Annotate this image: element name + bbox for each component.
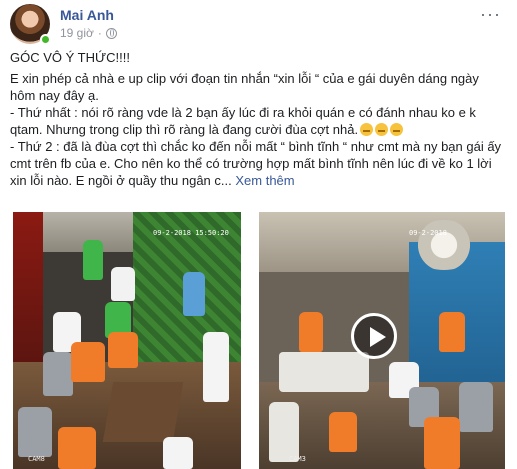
cctv-image-left[interactable]: 09-2-2018 15:50:20 CAM8 (13, 212, 241, 469)
cctv-camera-label: CAM8 (28, 455, 45, 463)
see-more-link[interactable]: Xem thêm (235, 173, 294, 188)
post-title: GÓC VÔ Ý THỨC!!!! (10, 50, 130, 65)
post-paragraph-2: - Thứ nhất : nói rõ ràng vde là 2 bạn ấy… (10, 105, 476, 137)
cctv-camera-label: CAM3 (289, 455, 306, 463)
author-name[interactable]: Mai Anh (60, 7, 114, 23)
unamused-emoji-icon (375, 123, 389, 136)
post-time[interactable]: 19 giờ (60, 26, 94, 40)
online-status-icon (40, 34, 51, 45)
post-media: 09-2-2018 15:50:20 CAM8 09-2-2018 CAM3 (0, 212, 517, 469)
post-paragraph-1: E xin phép cả nhà e up clip với đoạn tin… (10, 71, 479, 103)
unamused-emoji-icon (360, 123, 374, 136)
post-header: Mai Anh 19 giờ · ··· (10, 4, 507, 45)
facebook-post: Mai Anh 19 giờ · ··· GÓC VÔ Ý THỨC!!!! E… (0, 0, 517, 469)
play-icon (370, 327, 386, 347)
cctv-timestamp: 09-2-2018 (409, 229, 447, 237)
unamused-emoji-icon (390, 123, 404, 136)
post-meta: 19 giờ · (60, 26, 117, 40)
play-video-button[interactable] (351, 313, 397, 359)
more-icon[interactable]: ··· (480, 4, 501, 25)
cctv-timestamp: 09-2-2018 15:50:20 (153, 229, 229, 237)
post-paragraph-3: - Thứ 2 : đã là đùa cợt thì chắc ko đến … (10, 139, 502, 188)
globe-icon[interactable] (105, 27, 117, 39)
post-text: GÓC VÔ Ý THỨC!!!! E xin phép cả nhà e up… (10, 49, 505, 189)
